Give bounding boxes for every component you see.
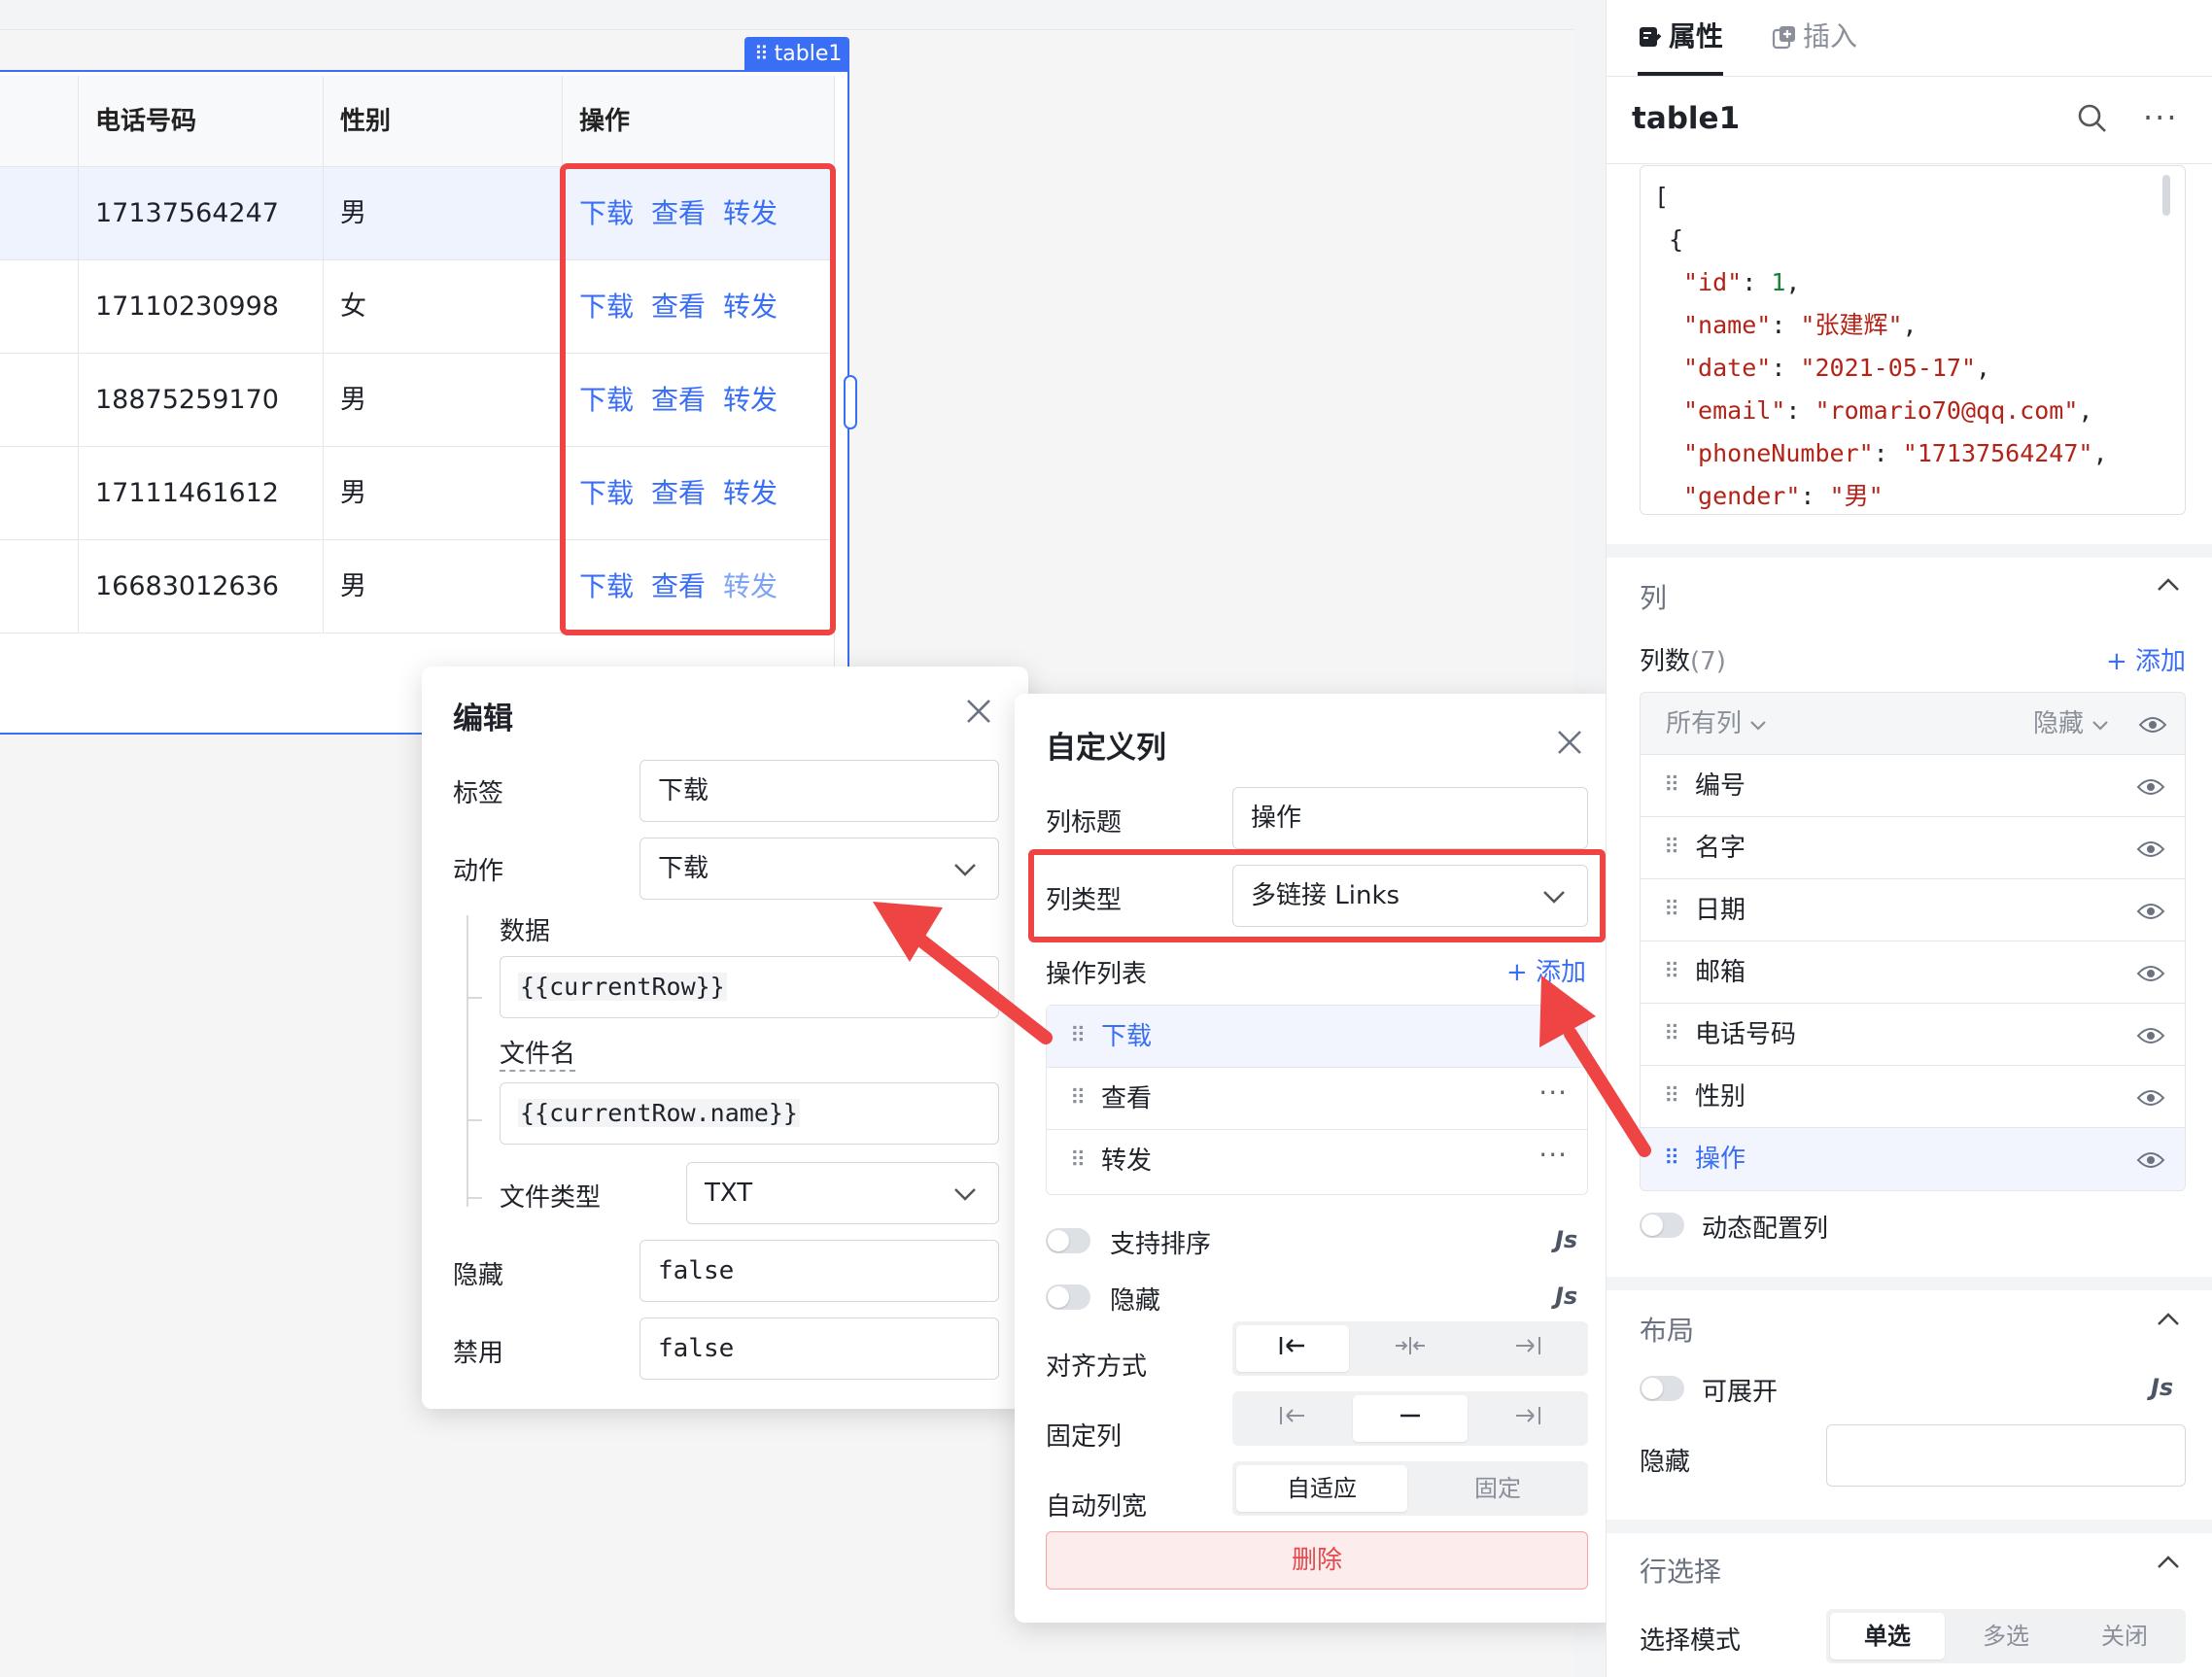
annotation-arrows xyxy=(873,902,1651,1157)
arrow-to-action-select xyxy=(873,902,1053,1044)
arrow-to-add-button xyxy=(1539,975,1651,1157)
